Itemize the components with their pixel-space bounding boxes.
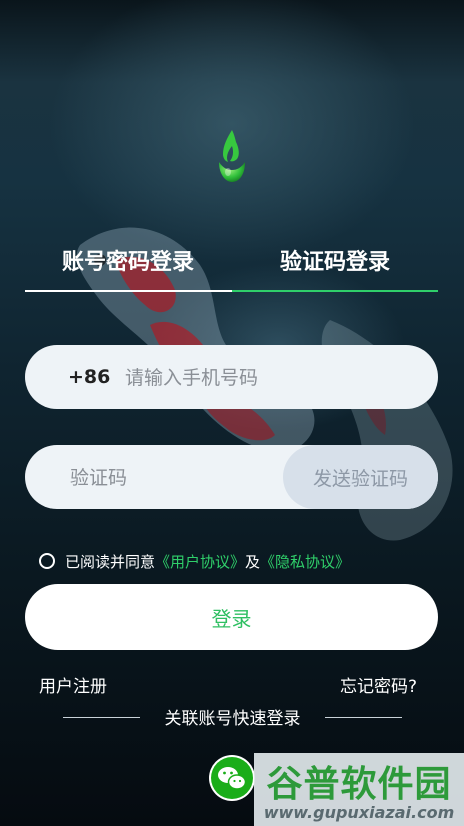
verification-code-input[interactable]: [68, 445, 282, 511]
login-button[interactable]: 登录: [25, 584, 438, 650]
tab-underline-active: [232, 290, 438, 292]
quick-login-label: 关联账号快速登录: [164, 709, 301, 729]
send-code-button[interactable]: 发送验证码: [283, 445, 438, 509]
forgot-password-link[interactable]: 忘记密码?: [340, 672, 417, 697]
user-agreement-link[interactable]: 《用户协议》: [155, 551, 245, 572]
green-drop-logo-icon: [219, 130, 245, 182]
register-link[interactable]: 用户注册: [39, 672, 107, 697]
agreement-row: 已阅读并同意 《用户协议》 及 《隐私协议》: [39, 549, 350, 573]
privacy-agreement-link[interactable]: 《隐私协议》: [260, 551, 350, 572]
code-field: 发送验证码: [25, 445, 438, 511]
divider-left: [63, 717, 140, 718]
agree-radio[interactable]: [39, 553, 55, 569]
wechat-icon: [211, 757, 253, 799]
wechat-login-button[interactable]: [209, 755, 255, 801]
divider-right: [325, 717, 402, 718]
watermark-url: www.gupuxiazai.com: [263, 803, 455, 822]
tab-account-password[interactable]: 账号密码登录: [25, 230, 231, 290]
phone-field: +86: [25, 345, 438, 411]
agreement-and: 及: [245, 552, 261, 571]
phone-input[interactable]: [123, 345, 417, 411]
tab-underline-inactive: [25, 290, 232, 292]
tab-verification-code[interactable]: 验证码登录: [232, 230, 438, 290]
agreement-prefix: 已阅读并同意: [65, 552, 156, 571]
watermark-title: 谷普软件园: [266, 764, 452, 805]
watermark-logo: 谷普软件园 www.gupuxiazai.com: [254, 753, 464, 826]
login-tabs: 账号密码登录 验证码登录: [25, 230, 438, 292]
fish-fin-image: [321, 320, 453, 541]
country-code[interactable]: +86: [68, 345, 110, 409]
